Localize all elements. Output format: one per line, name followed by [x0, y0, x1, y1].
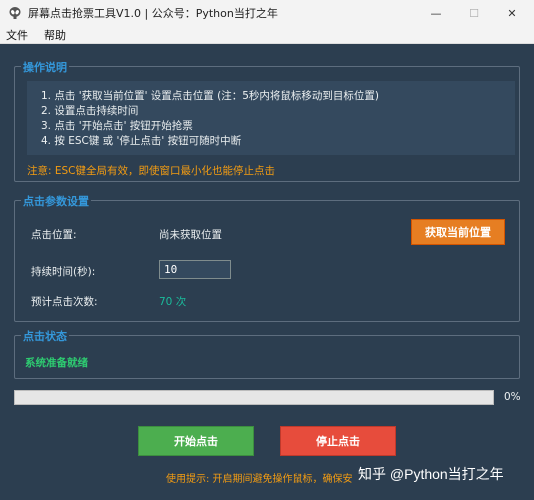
duration-input[interactable] [159, 260, 231, 279]
status-group-title: 点击状态 [21, 328, 69, 344]
instruction-line: 4. 按 ESC键 或 '停止点击' 按钮可随时中断 [41, 135, 242, 147]
menu-help[interactable]: 帮助 [36, 27, 74, 43]
instruction-line: 2. 设置点击持续时间 [41, 105, 139, 117]
progress-percent: 0% [504, 391, 521, 403]
menu-file[interactable]: 文件 [0, 27, 36, 43]
position-label: 点击位置: [31, 229, 77, 241]
alien-app-icon [8, 6, 22, 20]
close-button[interactable]: ✕ [490, 0, 534, 26]
window-title: 屏幕点击抢票工具V1.0 | 公众号：Python当打之年 [28, 7, 278, 20]
zhihu-watermark: 知乎 @Python当打之年 [358, 466, 504, 482]
usage-tip: 使用提示: 开启期间避免操作鼠标，确保安 [166, 474, 353, 485]
instructions-group: 操作说明 1. 点击 '获取当前位置' 设置点击位置 (注：5秒内将鼠标移动到目… [14, 59, 520, 182]
get-position-button[interactable]: 获取当前位置 [411, 219, 505, 245]
instruction-line: 1. 点击 '获取当前位置' 设置点击位置 (注：5秒内将鼠标移动到目标位置) [41, 90, 380, 102]
params-group: 点击参数设置 点击位置: 尚未获取位置 获取当前位置 持续时间(秒): 预计点击… [14, 193, 520, 322]
menu-bar: 文件 帮助 [0, 26, 534, 44]
status-text: 系统准备就绪 [25, 357, 88, 369]
instructions-panel: 1. 点击 '获取当前位置' 设置点击位置 (注：5秒内将鼠标移动到目标位置) … [27, 81, 515, 155]
status-group: 点击状态 系统准备就绪 [14, 328, 520, 379]
instruction-line: 3. 点击 '开始点击' 按钮开始抢票 [41, 120, 193, 132]
position-value: 尚未获取位置 [159, 229, 222, 241]
stop-click-button[interactable]: 停止点击 [280, 426, 396, 456]
duration-label: 持续时间(秒): [31, 266, 96, 278]
params-group-title: 点击参数设置 [21, 193, 91, 209]
progress-bar [14, 390, 494, 405]
start-click-button[interactable]: 开始点击 [138, 426, 254, 456]
esc-note: 注意: ESC键全局有效，即使窗口最小化也能停止点击 [27, 165, 276, 177]
instructions-group-title: 操作说明 [21, 59, 69, 75]
estimate-label: 预计点击次数: [31, 296, 98, 308]
title-bar[interactable]: 屏幕点击抢票工具V1.0 | 公众号：Python当打之年 — ☐ ✕ [0, 0, 534, 26]
estimate-value: 70 次 [159, 296, 187, 308]
